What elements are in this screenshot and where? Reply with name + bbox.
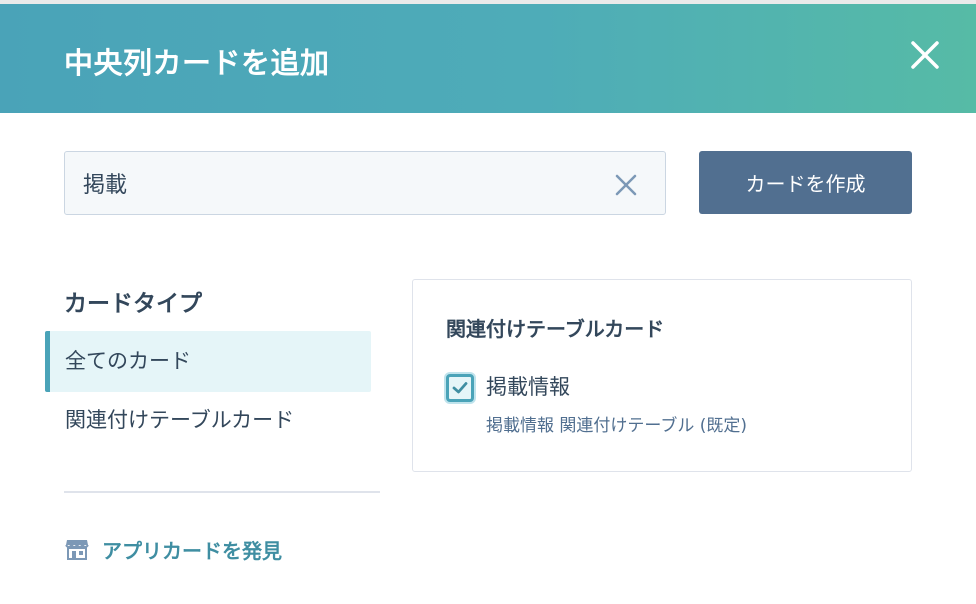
x-icon <box>615 174 637 196</box>
card-type-heading: カードタイプ <box>64 291 202 317</box>
close-icon <box>911 41 939 69</box>
card-type-label: 全てのカード <box>65 349 191 373</box>
sidebar-divider <box>64 491 380 493</box>
card-type-all[interactable]: 全てのカード <box>45 331 371 392</box>
clear-search-button[interactable] <box>613 172 639 198</box>
storefront-icon <box>64 536 90 562</box>
discover-app-cards-link[interactable]: アプリカードを発見 <box>64 534 282 564</box>
create-card-button[interactable]: カードを作成 <box>699 151 912 214</box>
card-type-label: 関連付けテーブルカード <box>65 408 295 432</box>
listing-info-label[interactable]: 掲載情報 <box>486 371 570 401</box>
card-type-association-table[interactable]: 関連付けテーブルカード <box>45 390 371 451</box>
discover-link-label: アプリカードを発見 <box>102 538 282 563</box>
results-panel: 関連付けテーブルカード 掲載情報 掲載情報 関連付けテーブル (既定) <box>412 279 912 472</box>
search-input[interactable] <box>65 152 605 214</box>
listing-info-description: 掲載情報 関連付けテーブル (既定) <box>486 416 748 436</box>
dialog-title: 中央列カードを追加 <box>64 46 330 80</box>
listing-info-checkbox[interactable] <box>446 374 474 402</box>
dialog-header: 中央列カードを追加 <box>0 4 976 113</box>
results-group-title: 関連付けテーブルカード <box>446 317 665 341</box>
check-icon <box>452 382 468 394</box>
close-button[interactable] <box>904 34 946 76</box>
search-box <box>64 151 666 215</box>
